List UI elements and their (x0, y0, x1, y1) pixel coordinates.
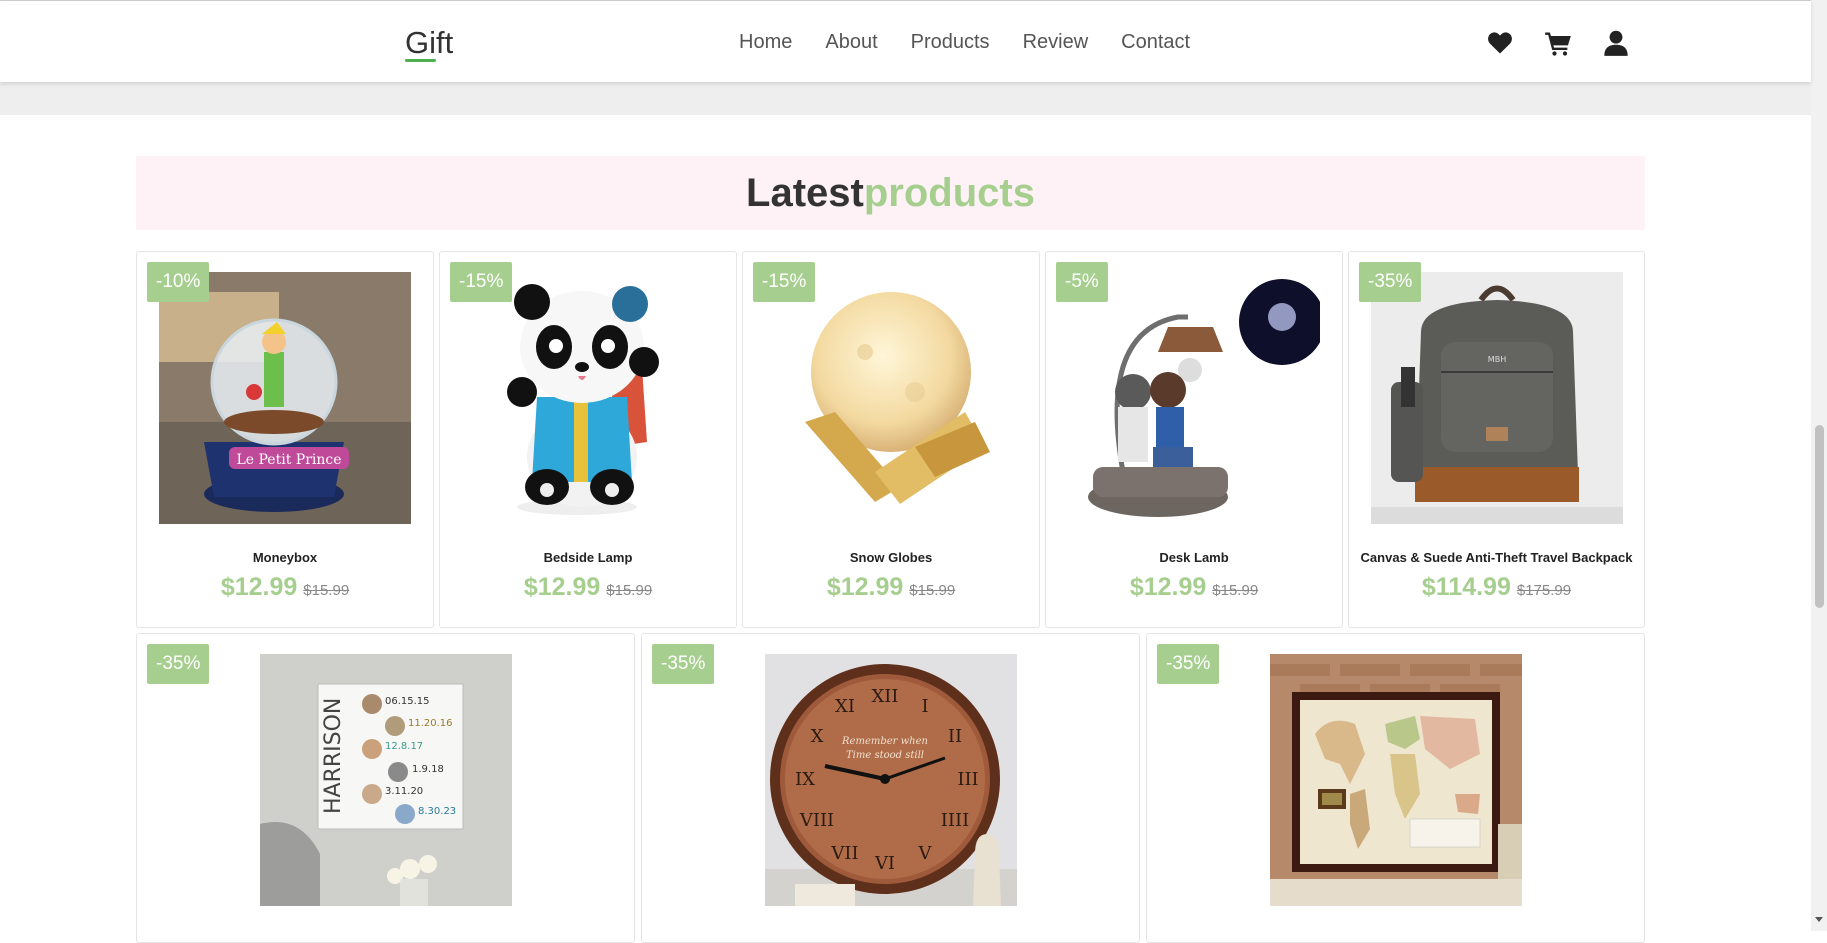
product-price: $12.99 $15.99 (440, 573, 736, 602)
nav-products[interactable]: Products (911, 31, 990, 54)
photo-text-date: 1.9.18 (412, 764, 444, 775)
old-price: $15.99 (606, 582, 653, 599)
main-nav: Home About Products Review Contact (739, 31, 1190, 54)
svg-text:IX: IX (795, 769, 815, 790)
section-title: Latestproducts (136, 156, 1645, 230)
product-price: $114.99 $175.99 (1349, 573, 1644, 602)
discount-badge: -10% (147, 262, 210, 302)
title-products: products (863, 171, 1035, 215)
product-name[interactable]: Bedside Lamp (440, 550, 736, 565)
scrollbar-thumb[interactable] (1815, 425, 1824, 608)
photo-text-date: 3.11.20 (385, 786, 423, 797)
product-name[interactable]: Snow Globes (743, 550, 1039, 565)
product-card[interactable]: -35% (1146, 633, 1645, 943)
svg-text:V: V (918, 843, 933, 864)
discount-badge: -35% (147, 644, 210, 684)
product-name[interactable]: Moneybox (137, 550, 433, 565)
photo-text-name: HARRISON (321, 698, 346, 814)
product-name[interactable]: Desk Lamb (1046, 550, 1342, 565)
product-image-desk-lamp (1068, 272, 1320, 524)
user-icon[interactable] (1602, 29, 1630, 57)
svg-text:II: II (948, 726, 962, 747)
old-price: $15.99 (303, 582, 350, 599)
page-scrollbar[interactable] (1811, 0, 1827, 931)
current-price: $12.99 (523, 573, 601, 601)
svg-text:MBH: MBH (1488, 355, 1506, 364)
scroll-down-arrow-icon[interactable] (1815, 917, 1823, 922)
clock-text: Time stood still (846, 750, 924, 761)
heart-icon[interactable] (1486, 29, 1514, 57)
product-card[interactable]: -15% Snow Globes $12.99 $15.99 (742, 251, 1040, 628)
svg-text:III: III (957, 769, 978, 790)
svg-text:VI: VI (874, 853, 895, 874)
product-image-photo-canvas: HARRISON 06.15.15 11.20.16 12.8.17 1.9.1… (260, 654, 512, 906)
svg-text:XI: XI (835, 696, 855, 717)
discount-badge: -35% (1359, 262, 1422, 302)
product-image-backpack: MBH (1371, 272, 1623, 524)
photo-text-date: 12.8.17 (385, 741, 423, 752)
svg-text:VII: VII (830, 843, 858, 864)
current-price: $114.99 (1421, 573, 1511, 601)
product-card[interactable]: XII I II III IIII V VI VII VIII IX X XI … (641, 633, 1140, 943)
photo-text-date: 8.30.23 (418, 806, 456, 817)
site-header: Gift Home About Products Review Contact (0, 1, 1811, 82)
product-price: $12.99 $15.99 (137, 573, 433, 602)
old-price: $15.99 (909, 582, 956, 599)
photo-text-date: 11.20.16 (408, 718, 453, 729)
discount-badge: -15% (753, 262, 816, 302)
old-price: $15.99 (1212, 582, 1259, 599)
svg-text:IIII: IIII (941, 810, 969, 831)
title-latest: Latest (746, 171, 864, 215)
discount-badge: -35% (1157, 644, 1220, 684)
discount-badge: -5% (1056, 262, 1108, 302)
product-card[interactable]: HARRISON 06.15.15 11.20.16 12.8.17 1.9.1… (136, 633, 635, 943)
current-price: $12.99 (220, 573, 298, 601)
discount-badge: -35% (652, 644, 715, 684)
nav-review[interactable]: Review (1023, 31, 1089, 54)
clock-text: Remember when (841, 736, 928, 747)
product-image-world-map (1270, 654, 1522, 906)
product-image-snow-globe: Le Petit Prince (159, 272, 411, 524)
nav-home[interactable]: Home (739, 31, 792, 54)
section-divider (0, 82, 1811, 115)
photo-text-date: 06.15.15 (385, 696, 430, 707)
product-price: $12.99 $15.99 (1046, 573, 1342, 602)
nav-about[interactable]: About (825, 31, 877, 54)
product-image-wall-clock: XII I II III IIII V VI VII VIII IX X XI … (765, 654, 1017, 906)
product-card[interactable]: MBH -35% Canvas & Suede Anti-Theft Trave… (1348, 251, 1645, 628)
product-image-panda-lamp (462, 272, 714, 524)
svg-text:XII: XII (871, 686, 898, 707)
current-price: $12.99 (1129, 573, 1207, 601)
current-price: $12.99 (826, 573, 904, 601)
product-card[interactable]: -5% Desk Lamb $12.99 $15.99 (1045, 251, 1343, 628)
product-image-moon-lamp (765, 272, 1017, 524)
svg-text:I: I (921, 696, 928, 717)
product-card[interactable]: Le Petit Prince -10% Moneybox $12.99 $15.… (136, 251, 434, 628)
old-price: $175.99 (1516, 582, 1572, 599)
discount-badge: -15% (450, 262, 513, 302)
cart-icon[interactable] (1544, 29, 1572, 57)
logo-underline (405, 59, 436, 62)
svg-text:VIII: VIII (799, 810, 834, 831)
product-price: $12.99 $15.99 (743, 573, 1039, 602)
nav-contact[interactable]: Contact (1121, 31, 1190, 54)
svg-text:Le Petit Prince: Le Petit Prince (236, 452, 341, 468)
product-name[interactable]: Canvas & Suede Anti-Theft Travel Backpac… (1349, 550, 1644, 565)
svg-text:X: X (811, 726, 824, 747)
logo[interactable]: Gift (405, 25, 453, 61)
header-icons (1486, 29, 1630, 57)
product-card[interactable]: -15% Bedside Lamp $12.99 $15.99 (439, 251, 737, 628)
